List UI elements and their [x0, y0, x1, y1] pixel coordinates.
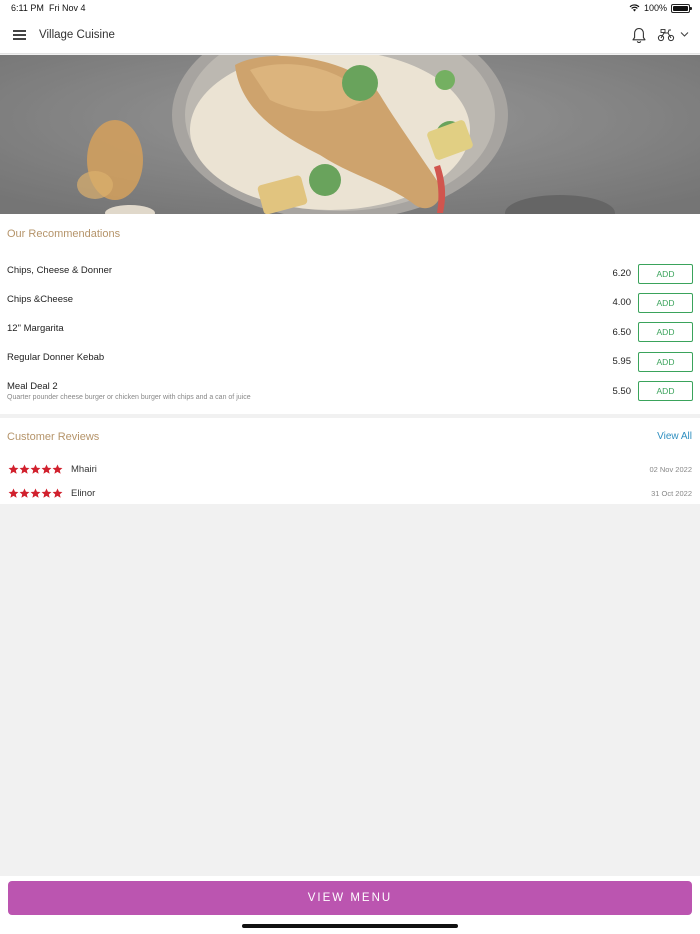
menu-item-price: 6.50: [612, 327, 632, 338]
page-title: Village Cuisine: [39, 29, 115, 41]
status-time: 6:11 PM: [11, 3, 44, 13]
star-icon: [41, 488, 52, 498]
menu-item-name: 12" Margarita: [7, 323, 64, 334]
star-rating: [8, 488, 63, 499]
menu-item-name: Chips, Cheese & Donner: [7, 265, 113, 276]
star-icon: [41, 464, 52, 474]
recommendations-section: Our Recommendations Chips, Cheese & Donn…: [0, 214, 700, 414]
hero-image: [0, 55, 700, 214]
star-icon: [19, 488, 30, 498]
menu-item-name: Regular Donner Kebab: [7, 352, 105, 363]
view-menu-button[interactable]: VIEW MENU: [8, 881, 692, 915]
bell-icon[interactable]: [631, 27, 647, 44]
menu-item-price: 4.00: [612, 297, 632, 308]
recommendations-title: Our Recommendations: [7, 228, 121, 240]
reviewer-name: Elinor: [71, 488, 96, 499]
star-icon: [52, 464, 63, 474]
status-right: 100%: [629, 3, 692, 13]
add-button[interactable]: ADD: [638, 264, 693, 284]
add-button[interactable]: ADD: [638, 293, 693, 313]
status-bar: 6:11 PM Fri Nov 4 100%: [0, 0, 700, 16]
star-rating: [8, 464, 63, 475]
battery-percent: 100%: [643, 3, 667, 13]
reviews-section: Customer Reviews View All Mhairi 02 Nov …: [0, 418, 700, 504]
review-date: 02 Nov 2022: [649, 465, 692, 474]
star-icon: [8, 464, 19, 474]
star-icon: [19, 464, 30, 474]
reviewer-name: Mhairi: [71, 464, 97, 475]
add-button[interactable]: ADD: [638, 352, 693, 372]
battery-icon: [671, 3, 692, 13]
home-indicator: [242, 924, 458, 928]
menu-item-price: 5.95: [612, 356, 632, 367]
review-row: Elinor 31 Oct 2022: [0, 488, 700, 502]
status-date: Fri Nov 4: [49, 3, 86, 13]
review-row: Mhairi 02 Nov 2022: [0, 464, 700, 478]
menu-icon[interactable]: [13, 30, 26, 40]
menu-item-description: Quarter pounder cheese burger or chicken…: [7, 394, 251, 401]
add-button[interactable]: ADD: [638, 381, 693, 401]
app-header: Village Cuisine: [0, 16, 700, 54]
menu-item-price: 6.20: [612, 268, 632, 279]
star-icon: [8, 488, 19, 498]
star-icon: [30, 464, 41, 474]
menu-item-name: Meal Deal 2: [7, 381, 58, 392]
view-all-link[interactable]: View All: [657, 431, 692, 442]
menu-item-price: 5.50: [612, 386, 632, 397]
reviews-title: Customer Reviews: [7, 431, 100, 443]
review-date: 31 Oct 2022: [651, 489, 692, 498]
wifi-icon: [629, 4, 640, 12]
star-icon: [30, 488, 41, 498]
star-icon: [52, 488, 63, 498]
chevron-down-icon[interactable]: [680, 31, 689, 38]
menu-item-name: Chips &Cheese: [7, 294, 74, 305]
delivery-scooter-icon[interactable]: [657, 28, 675, 42]
footer-bar: VIEW MENU: [0, 876, 700, 934]
add-button[interactable]: ADD: [638, 322, 693, 342]
